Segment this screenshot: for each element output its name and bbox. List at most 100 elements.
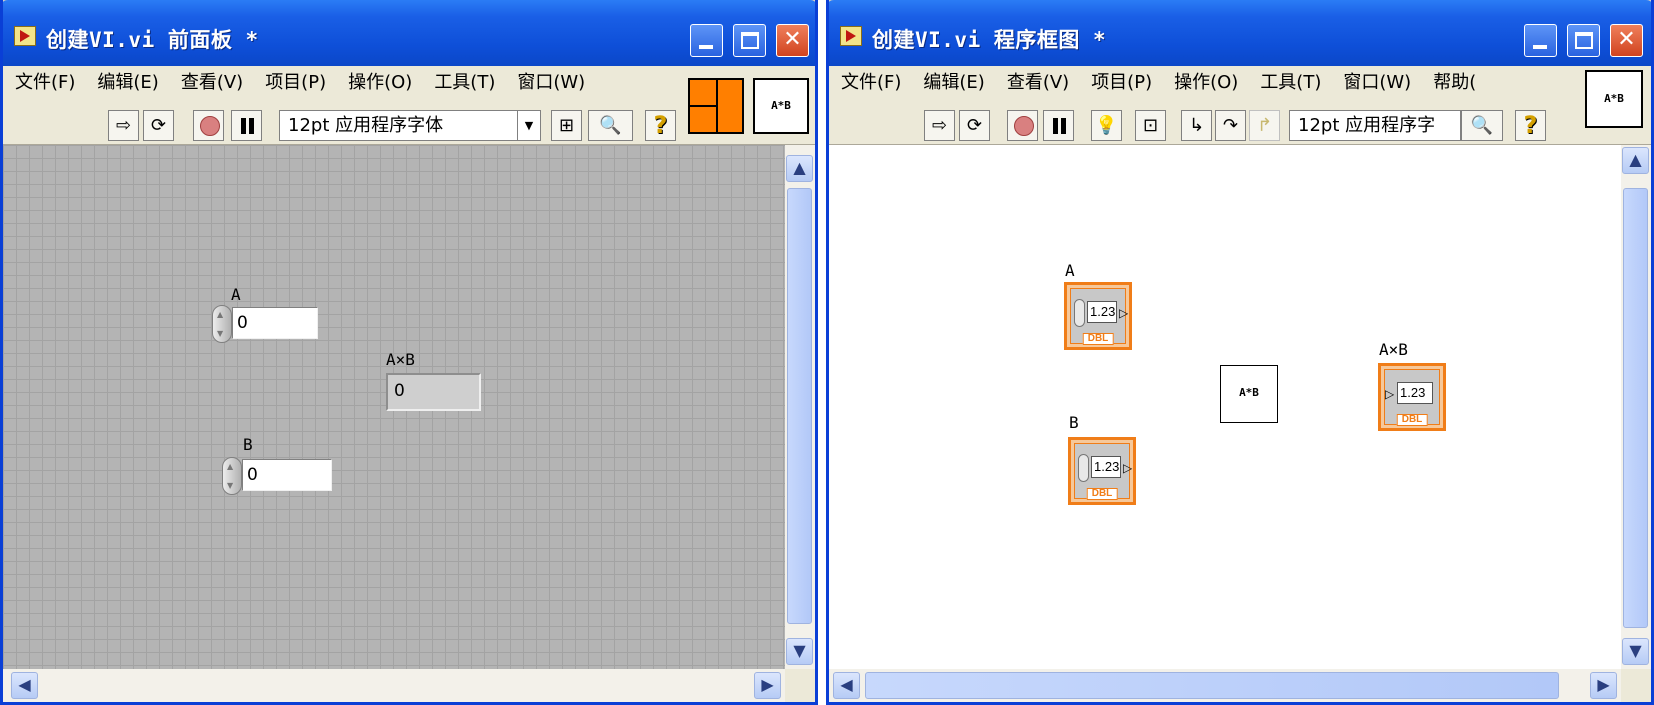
minimize-button[interactable] bbox=[1524, 24, 1557, 57]
search-icon: 🔍 bbox=[599, 115, 622, 136]
vertical-scroll-thumb[interactable] bbox=[1623, 188, 1648, 628]
pause-button[interactable] bbox=[1043, 110, 1074, 141]
run-continuously-icon: ⟳ bbox=[150, 115, 167, 136]
step-over-button[interactable]: ↷ bbox=[1215, 110, 1246, 141]
vertical-scroll-thumb[interactable] bbox=[787, 188, 812, 624]
terminal-a[interactable]: 1.23 ▷ DBL bbox=[1064, 282, 1132, 350]
retain-wire-values-button[interactable]: ⊡ bbox=[1135, 110, 1166, 141]
context-help-button[interactable]: ? bbox=[1515, 110, 1546, 141]
step-into-icon: ↳ bbox=[1188, 115, 1205, 136]
increment-decrement-icon bbox=[1074, 299, 1085, 327]
maximize-button[interactable] bbox=[733, 24, 766, 57]
menu-window[interactable]: 窗口(W) bbox=[507, 66, 595, 100]
menu-project[interactable]: 项目(P) bbox=[255, 66, 336, 100]
scroll-down-button[interactable]: ▼ bbox=[1622, 638, 1649, 665]
maximize-button[interactable] bbox=[1567, 24, 1600, 57]
horizontal-scrollbar[interactable]: ◀ ▶ bbox=[3, 669, 785, 702]
vertical-scrollbar[interactable]: ▲ ▼ bbox=[1621, 145, 1651, 669]
menu-project[interactable]: 项目(P) bbox=[1081, 66, 1162, 100]
abort-button[interactable] bbox=[1007, 110, 1038, 141]
vi-icon[interactable]: A*B bbox=[753, 78, 809, 134]
labview-vi-icon bbox=[840, 26, 862, 46]
output-arrow-icon: ▷ bbox=[1119, 306, 1129, 320]
menu-file[interactable]: 文件(F) bbox=[831, 66, 911, 100]
scroll-right-button[interactable]: ▶ bbox=[1590, 672, 1617, 699]
terminal-product-label[interactable]: A×B bbox=[1379, 340, 1408, 359]
text-settings-dropdown[interactable]: 12pt 应用程序字 bbox=[1289, 110, 1461, 141]
step-out-icon: ↱ bbox=[1256, 115, 1273, 136]
search-button[interactable]: 🔍 bbox=[588, 110, 633, 141]
abort-button[interactable] bbox=[193, 110, 224, 141]
menu-operate[interactable]: 操作(O) bbox=[338, 66, 422, 100]
resize-grip[interactable] bbox=[785, 669, 815, 702]
menu-help[interactable]: 帮助( bbox=[1423, 66, 1486, 100]
highlight-execution-button[interactable]: 💡 bbox=[1091, 110, 1122, 141]
pause-button[interactable] bbox=[231, 110, 262, 141]
block-diagram-canvas[interactable]: A 1.23 ▷ DBL B 1.23 ▷ DBL A*B A×B ▷ 1.23… bbox=[829, 145, 1621, 669]
retain-wire-values-icon: ⊡ bbox=[1142, 115, 1159, 136]
menu-operate[interactable]: 操作(O) bbox=[1164, 66, 1248, 100]
horizontal-scrollbar[interactable]: ◀ ▶ bbox=[829, 669, 1621, 702]
step-out-button[interactable]: ↱ bbox=[1249, 110, 1280, 141]
front-panel-titlebar[interactable]: 创建VI.vi 前面板 * ✕ bbox=[3, 0, 815, 66]
close-button[interactable]: ✕ bbox=[776, 24, 809, 57]
scroll-up-button[interactable]: ▲ bbox=[786, 155, 813, 182]
scroll-down-button[interactable]: ▼ bbox=[786, 638, 813, 665]
menu-view[interactable]: 查看(V) bbox=[171, 66, 253, 100]
terminal-b[interactable]: 1.23 ▷ DBL bbox=[1068, 437, 1136, 505]
font-label: 12pt 应用程序字 bbox=[1298, 115, 1436, 136]
increment-decrement-icon bbox=[1078, 454, 1089, 482]
increment-decrement-icon[interactable] bbox=[212, 305, 232, 343]
context-help-icon: ? bbox=[1523, 111, 1538, 139]
scroll-up-button[interactable]: ▲ bbox=[1622, 147, 1649, 174]
menu-tools[interactable]: 工具(T) bbox=[1250, 66, 1331, 100]
numeric-control-a-field[interactable]: 0 bbox=[232, 307, 318, 339]
window-title: 创建VI.vi 程序框图 * bbox=[872, 28, 1107, 52]
step-into-button[interactable]: ↳ bbox=[1181, 110, 1212, 141]
control-a-label[interactable]: A bbox=[231, 285, 241, 304]
font-label: 12pt 应用程序字体 bbox=[288, 115, 444, 136]
terminal-a-label[interactable]: A bbox=[1065, 261, 1075, 280]
indicator-product-label[interactable]: A×B bbox=[386, 350, 415, 369]
maximize-icon bbox=[741, 32, 759, 49]
vertical-scrollbar[interactable]: ▲ ▼ bbox=[785, 145, 815, 669]
menu-window[interactable]: 窗口(W) bbox=[1333, 66, 1421, 100]
menu-file[interactable]: 文件(F) bbox=[5, 66, 85, 100]
horizontal-scroll-thumb[interactable] bbox=[865, 672, 1559, 699]
run-continuously-button[interactable]: ⟳ bbox=[959, 110, 990, 141]
run-continuously-button[interactable]: ⟳ bbox=[143, 110, 174, 141]
align-objects-icon: ⊞ bbox=[558, 115, 575, 136]
dbl-type-tag: DBL bbox=[1086, 488, 1118, 500]
vi-icon[interactable]: A*B bbox=[1585, 70, 1643, 128]
chevron-down-icon: ▼ bbox=[517, 111, 540, 140]
multiply-subvi-node[interactable]: A*B bbox=[1220, 365, 1278, 423]
run-button[interactable]: ⇨ bbox=[924, 110, 955, 141]
minimize-button[interactable] bbox=[690, 24, 723, 57]
search-icon: 🔍 bbox=[1470, 115, 1494, 136]
context-help-button[interactable]: ? bbox=[645, 110, 676, 141]
block-diagram-titlebar[interactable]: 创建VI.vi 程序框图 * ✕ bbox=[829, 0, 1651, 66]
scroll-right-button[interactable]: ▶ bbox=[754, 672, 781, 699]
output-arrow-icon: ▷ bbox=[1123, 461, 1133, 475]
run-arrow-icon: ⇨ bbox=[931, 115, 948, 136]
terminal-b-label[interactable]: B bbox=[1069, 413, 1079, 432]
scroll-left-button[interactable]: ◀ bbox=[833, 672, 860, 699]
close-button[interactable]: ✕ bbox=[1610, 24, 1643, 57]
numeric-control-b-field[interactable]: 0 bbox=[242, 459, 332, 491]
menu-view[interactable]: 查看(V) bbox=[997, 66, 1079, 100]
scroll-left-button[interactable]: ◀ bbox=[11, 672, 38, 699]
resize-grip[interactable] bbox=[1621, 669, 1651, 702]
run-button[interactable]: ⇨ bbox=[108, 110, 139, 141]
control-b-label[interactable]: B bbox=[243, 435, 253, 454]
dbl-type-tag: DBL bbox=[1396, 414, 1428, 426]
menu-edit[interactable]: 编辑(E) bbox=[913, 66, 994, 100]
menu-edit[interactable]: 编辑(E) bbox=[87, 66, 168, 100]
align-objects-button[interactable]: ⊞ bbox=[551, 110, 582, 141]
increment-decrement-icon[interactable] bbox=[222, 457, 242, 495]
terminal-product[interactable]: ▷ 1.23 DBL bbox=[1378, 363, 1446, 431]
text-settings-dropdown[interactable]: 12pt 应用程序字体 ▼ bbox=[279, 110, 541, 141]
menu-tools[interactable]: 工具(T) bbox=[424, 66, 505, 100]
connector-pane[interactable] bbox=[688, 78, 744, 134]
front-panel-canvas[interactable]: A 0 A×B 0 B 0 bbox=[3, 145, 785, 669]
search-button[interactable]: 🔍 bbox=[1461, 110, 1503, 141]
